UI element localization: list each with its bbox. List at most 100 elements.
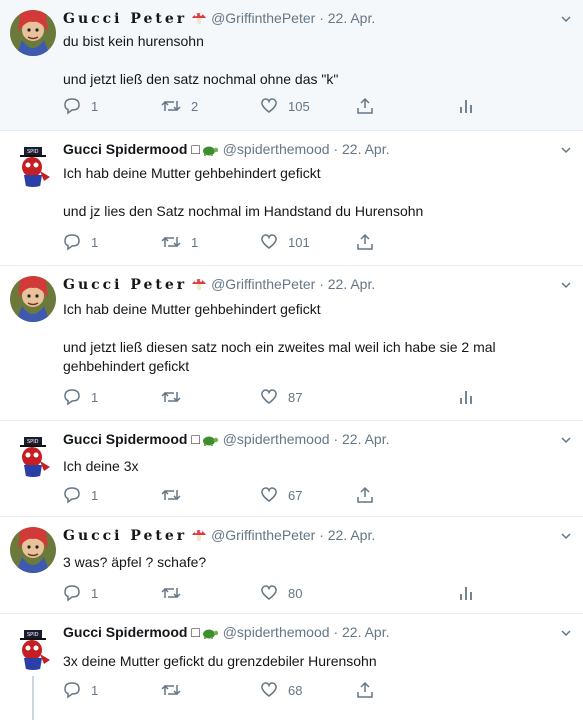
share-button[interactable] [356,232,374,252]
caret-down-icon[interactable] [559,529,573,543]
author-name[interactable]: Gucci Spidermood [63,141,187,157]
tweet[interactable]: SPID Gucci Spidermood □ @spiderthemood ·… [0,131,583,266]
retweet-count: 1 [191,234,199,250]
like-icon [261,585,277,600]
share-icon [357,233,373,250]
tweet[interactable]: Gucci Peter @GriffinthePeter · 22. Apr. … [0,517,583,614]
svg-text:SPID: SPID [27,439,39,445]
avatar[interactable] [10,276,56,322]
mushroom-icon [191,10,207,31]
retweet-button[interactable] [161,583,191,603]
tweet-text: du bist kein hurensohn und jetzt ließ de… [63,32,563,89]
author-handle[interactable]: @GriffinthePeter [211,527,315,543]
reply-button[interactable]: 1 [63,232,98,252]
tweet[interactable]: SPID Gucci Spidermood □ @spiderthemood ·… [0,614,583,720]
retweet-icon [161,489,181,501]
author-handle[interactable]: @GriffinthePeter [211,10,315,26]
retweet-button[interactable] [161,387,191,407]
reply-icon [64,682,80,699]
tweet-text: Ich hab deine Mutter gehbehindert gefick… [63,300,563,376]
retweet-button[interactable]: 2 [161,96,198,116]
tweet-line: und jetzt ließ diesen satz noch ein zwei… [63,339,496,355]
reply-button[interactable]: 1 [63,96,98,116]
tweet-date[interactable]: 22. Apr. [328,10,375,26]
like-icon [261,487,277,502]
author-name-suffix: □ [191,624,200,640]
tweet[interactable]: SPID Gucci Spidermood □ @spiderthemood ·… [0,421,583,517]
retweet-button[interactable] [161,485,191,505]
like-button[interactable]: 87 [260,387,302,407]
avatar[interactable] [10,10,56,56]
caret-down-icon[interactable] [559,433,573,447]
tweet-header: Gucci Spidermood □ @spiderthemood · 22. … [63,139,543,159]
turtle-icon [201,625,219,645]
mushroom-icon [191,276,207,297]
retweet-button[interactable] [161,680,191,700]
reply-button[interactable]: 1 [63,387,98,407]
like-button[interactable]: 101 [260,232,310,252]
caret-down-icon[interactable] [559,143,573,157]
avatar[interactable]: SPID [10,141,56,187]
like-button[interactable]: 80 [260,583,302,603]
tweet[interactable]: Gucci Peter @GriffinthePeter · 22. Apr. … [0,0,583,131]
avatar[interactable]: SPID [10,624,56,670]
tweet-date[interactable]: 22. Apr. [342,431,389,447]
reply-count: 1 [91,98,99,114]
mushroom-icon [191,527,207,548]
avatar[interactable]: SPID [10,431,56,477]
author-name[interactable]: Gucci Spidermood [63,624,187,640]
share-button[interactable] [356,96,374,116]
tweet-header: Gucci Peter @GriffinthePeter · 22. Apr. [63,8,543,28]
retweet-icon [161,236,181,248]
tweet[interactable]: Gucci Peter @GriffinthePeter · 22. Apr. … [0,266,583,421]
like-icon [261,98,277,113]
retweet-button[interactable]: 1 [161,232,198,252]
tweet-text: 3 was? äpfel ? schafe? [63,553,563,572]
separator-dot: · [333,431,339,447]
tweet-line: Ich deine 3x [63,458,139,474]
analytics-icon [460,391,472,404]
reply-icon [64,98,80,115]
reply-button[interactable]: 1 [63,680,98,700]
author-name[interactable]: Gucci Peter [63,528,187,544]
reply-button[interactable]: 1 [63,583,98,603]
analytics-icon [460,587,472,600]
like-button[interactable]: 67 [260,485,302,505]
tweet-date[interactable]: 22. Apr. [342,141,389,157]
like-button[interactable]: 68 [260,680,302,700]
reply-icon [64,585,80,602]
reply-icon [64,389,80,406]
caret-down-icon[interactable] [559,626,573,640]
share-button[interactable] [458,387,474,407]
author-name[interactable]: Gucci Peter [63,11,187,27]
caret-down-icon[interactable] [559,278,573,292]
tweet-header: Gucci Spidermood □ @spiderthemood · 22. … [63,429,543,449]
tweet-text: Ich hab deine Mutter gehbehindert gefick… [63,164,563,221]
author-handle[interactable]: @GriffinthePeter [211,276,315,292]
tweet-date[interactable]: 22. Apr. [342,624,389,640]
tweet-header: Gucci Spidermood □ @spiderthemood · 22. … [63,622,543,642]
like-button[interactable]: 105 [260,96,310,116]
tweet-actions: 1 80 [63,583,483,603]
avatar[interactable] [10,527,56,573]
author-handle[interactable]: @spiderthemood [223,624,330,640]
author-name[interactable]: Gucci Spidermood [63,431,187,447]
author-handle[interactable]: @spiderthemood [223,141,330,157]
reply-button[interactable]: 1 [63,485,98,505]
tweet-date[interactable]: 22. Apr. [328,527,375,543]
author-handle[interactable]: @spiderthemood [223,431,330,447]
analytics-button[interactable] [458,96,474,116]
tweet-line: gehbehindert gefickt [63,358,190,374]
caret-down-icon[interactable] [559,12,573,26]
thread-line [32,676,34,720]
tweet-actions: 1 87 [63,387,483,407]
tweet-text: 3x deine Mutter gefickt du grenzdebiler … [63,652,563,671]
tweet-actions: 1 68 [63,680,483,700]
tweet-date[interactable]: 22. Apr. [328,276,375,292]
author-name[interactable]: Gucci Peter [63,277,187,293]
share-icon [357,681,373,698]
analytics-button[interactable] [458,583,474,603]
share-button[interactable] [356,485,374,505]
share-button[interactable] [356,680,374,700]
share-icon [357,486,373,503]
